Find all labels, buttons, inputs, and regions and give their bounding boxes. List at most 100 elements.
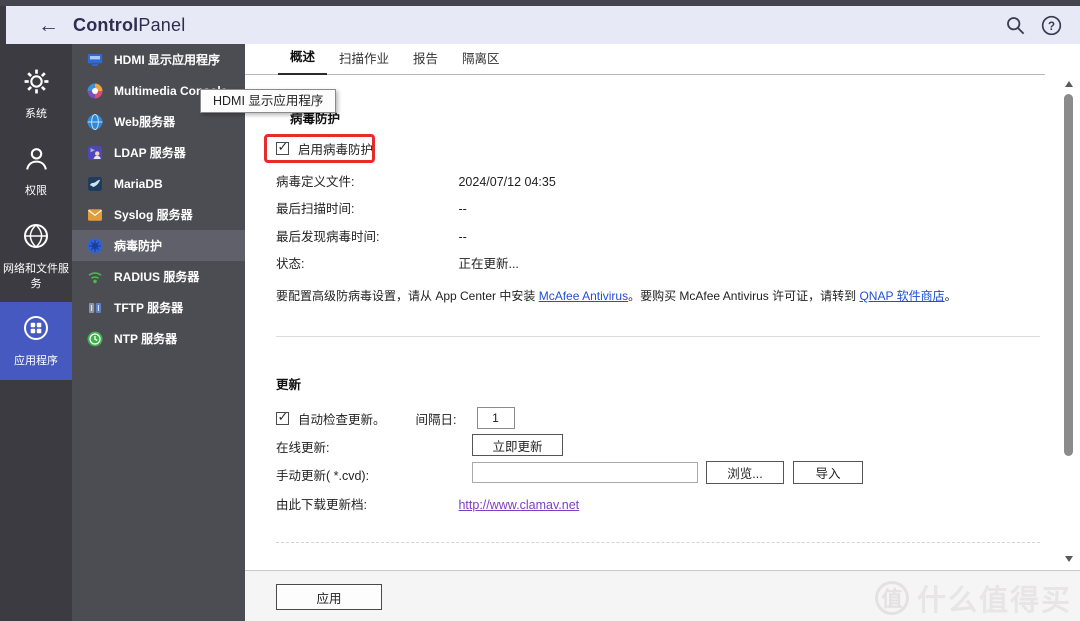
tab-quarantine[interactable]: 隔离区 — [450, 41, 512, 75]
tftp-server-icon — [89, 302, 101, 313]
note-text: 。 — [944, 289, 957, 303]
interval-label: 间隔日: — [415, 412, 457, 427]
auto-check-update-row: 自动检查更新。 间隔日: — [276, 407, 515, 429]
page-title-light: Panel — [138, 14, 186, 35]
footer-bar: 应用 值 什么值得买 — [245, 570, 1080, 621]
field-label: 最后发现病毒时间: — [276, 230, 380, 244]
top-header-bar: ← ControlPanel ? — [6, 6, 1080, 44]
watermark: 值 什么值得买 — [874, 577, 1072, 619]
search-icon[interactable] — [1005, 15, 1026, 36]
rail-label-system: 系统 — [25, 108, 47, 120]
ldap-server-icon — [88, 145, 102, 160]
auto-check-update-checkbox[interactable] — [276, 409, 289, 425]
page-title-bold: Control — [73, 14, 139, 35]
apply-button[interactable]: 应用 — [276, 584, 382, 610]
field-label: 病毒定义文件: — [276, 175, 355, 189]
watermark-text: 什么值得买 — [916, 585, 1072, 617]
field-label: 最后扫描时间: — [276, 202, 355, 216]
hdmi-tooltip: HDMI 显示应用程序 — [200, 89, 337, 113]
field-virus-definitions: 病毒定义文件: 2024/07/12 04:35 — [276, 171, 556, 190]
app-item-label: NTP 服务器 — [114, 332, 178, 346]
back-button[interactable]: ← — [38, 15, 59, 36]
scrollbar-up-arrow-icon[interactable] — [1065, 81, 1073, 87]
app-item-label: Web服务器 — [114, 115, 176, 129]
enable-antivirus-label: 启用病毒防护 — [298, 143, 374, 157]
vertical-scrollbar — [1061, 76, 1077, 570]
status-value: 正在更新... — [458, 257, 519, 271]
rail-item-network-file-services[interactable]: 网络和文件服务 — [0, 210, 72, 303]
antivirus-virus-icon — [87, 238, 103, 253]
svg-text:?: ? — [1048, 20, 1055, 32]
category-rail: 系统 权限 网络和文件服务 应用程序 — [0, 44, 72, 621]
clamav-link[interactable]: http://www.clamav.net — [458, 498, 579, 512]
app-item-label: LDAP 服务器 — [114, 146, 186, 160]
tab-reports[interactable]: 报告 — [401, 41, 450, 75]
main-content: 概述 扫描作业 报告 隔离区 病毒防护 启用病毒防护 病毒定义文件: 2024/… — [245, 44, 1080, 621]
interval-days-input[interactable] — [476, 407, 515, 429]
manual-update-row: 手动更新( *.cvd): 浏览... 导入 — [276, 461, 863, 484]
manual-update-label: 手动更新( *.cvd): — [276, 469, 370, 483]
rail-label-applications: 应用程序 — [14, 355, 58, 368]
app-item-radius-server[interactable]: RADIUS 服务器 — [72, 261, 245, 292]
person-icon — [23, 145, 50, 177]
app-item-tftp-server[interactable]: TFTP 服务器 — [72, 292, 245, 323]
apps-grid-icon — [22, 314, 50, 347]
rail-label-privilege: 权限 — [25, 184, 47, 197]
gear-icon — [23, 68, 50, 100]
app-item-ldap-server[interactable]: LDAP 服务器 — [72, 137, 245, 168]
rail-item-privilege[interactable]: 权限 — [0, 133, 72, 210]
note-text: 。要购买 McAfee Antivirus 许可证，请转到 — [628, 289, 860, 303]
mariadb-icon — [88, 176, 102, 191]
field-value: 2024/07/12 04:35 — [458, 175, 556, 189]
browse-button[interactable]: 浏览... — [706, 461, 784, 484]
field-last-scan-time: 最后扫描时间: -- — [276, 198, 467, 217]
mcafee-antivirus-link[interactable]: McAfee Antivirus — [539, 289, 628, 303]
application-list-sidebar: HDMI 显示应用程序 Multimedia Console Web服务器 LD… — [72, 44, 245, 621]
app-item-antivirus[interactable]: 病毒防护 — [72, 230, 245, 261]
app-item-label: MariaDB — [114, 176, 163, 191]
multimedia-console-icon — [87, 83, 103, 98]
app-item-mariadb[interactable]: MariaDB — [72, 168, 245, 199]
tab-scan-jobs[interactable]: 扫描作业 — [327, 41, 401, 75]
app-item-label: RADIUS 服务器 — [114, 270, 200, 284]
app-item-label: Syslog 服务器 — [114, 208, 193, 222]
app-item-ntp-server[interactable]: NTP 服务器 — [72, 323, 245, 354]
web-server-globe-icon — [87, 113, 103, 130]
scrollbar-thumb[interactable] — [1064, 94, 1073, 456]
ntp-clock-icon — [87, 331, 103, 346]
hdmi-monitor-icon — [87, 53, 103, 66]
syslog-envelope-icon — [88, 208, 102, 221]
field-value: -- — [458, 230, 467, 244]
page-title: ControlPanel — [73, 15, 185, 36]
help-icon[interactable]: ? — [1041, 15, 1062, 36]
field-label: 状态: — [276, 257, 305, 271]
radius-wifi-icon — [88, 271, 102, 283]
enable-antivirus-checkbox[interactable] — [276, 139, 289, 155]
note-text: 要配置高级防病毒设置，请从 App Center 中安装 — [276, 289, 539, 303]
online-update-row: 在线更新: 立即更新 — [276, 434, 563, 456]
rail-item-applications[interactable]: 应用程序 — [0, 302, 72, 381]
qnap-store-link[interactable]: QNAP 软件商店 — [859, 289, 944, 303]
rail-item-system[interactable]: 系统 — [0, 56, 72, 133]
download-source-row: 由此下载更新档: http://www.clamav.net — [276, 494, 579, 513]
import-button[interactable]: 导入 — [793, 461, 863, 484]
manual-update-file-input[interactable] — [472, 462, 698, 483]
mcafee-note: 要配置高级防病毒设置，请从 App Center 中安装 McAfee Anti… — [276, 287, 1048, 305]
content-bottom-divider — [276, 542, 1040, 543]
app-item-hdmi-display[interactable]: HDMI 显示应用程序 — [72, 44, 245, 75]
field-value: -- — [458, 202, 467, 216]
enable-antivirus-row: 启用病毒防护 — [276, 139, 373, 158]
download-source-label: 由此下载更新档: — [276, 498, 367, 512]
globe-icon — [22, 222, 50, 255]
auto-check-update-label: 自动检查更新。 — [298, 412, 386, 427]
app-item-syslog-server[interactable]: Syslog 服务器 — [72, 199, 245, 230]
app-item-label: HDMI 显示应用程序 — [114, 53, 220, 67]
field-status: 状态: 正在更新... — [276, 253, 519, 272]
update-section-title: 更新 — [276, 378, 302, 392]
tab-overview[interactable]: 概述 — [278, 39, 328, 75]
scrollbar-down-arrow-icon[interactable] — [1065, 556, 1073, 562]
rail-label-network-file-services: 网络和文件服务 — [3, 262, 69, 290]
online-update-label: 在线更新: — [276, 441, 330, 455]
app-item-label: TFTP 服务器 — [114, 301, 184, 315]
update-now-button[interactable]: 立即更新 — [472, 434, 563, 456]
